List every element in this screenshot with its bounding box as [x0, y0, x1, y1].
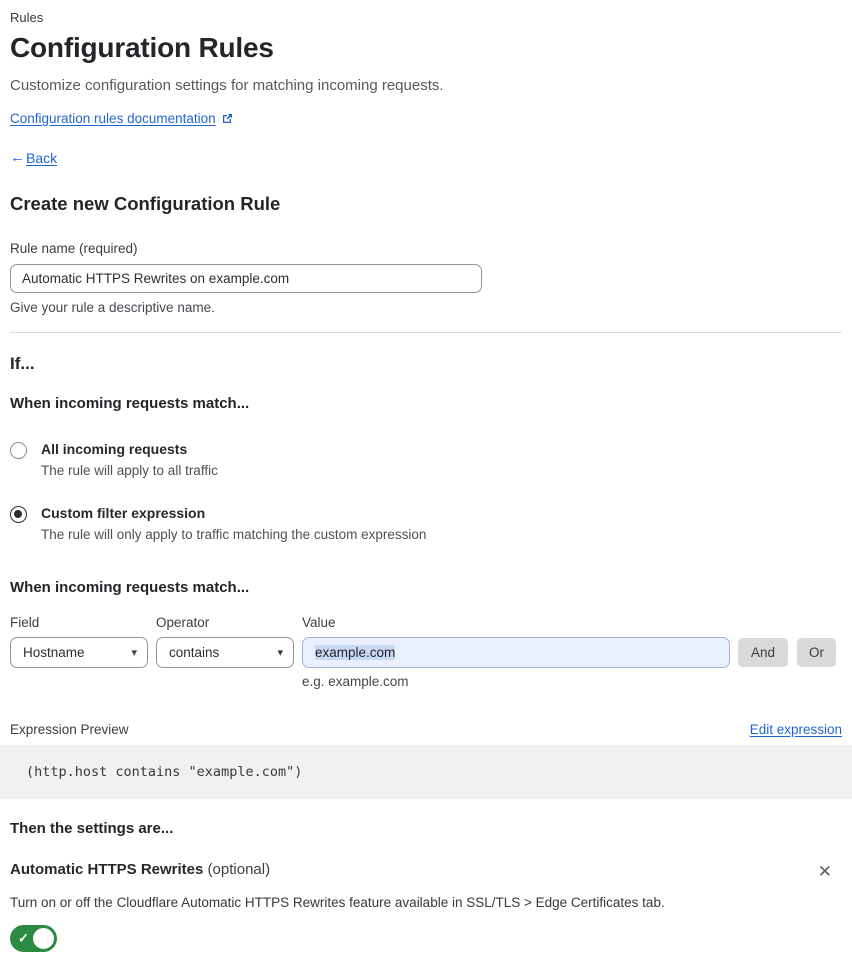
page-title: Configuration Rules [10, 32, 274, 63]
radio-description: The rule will only apply to traffic matc… [41, 527, 427, 542]
expression-builder-labels: Field Operator Value [10, 615, 842, 630]
operator-select[interactable]: contains ▾ [156, 637, 294, 668]
value-label: Value [302, 615, 336, 630]
field-label: Field [10, 615, 40, 630]
radio-label: All incoming requests [41, 441, 188, 457]
rule-name-label: Rule name (required) [10, 241, 138, 256]
or-button[interactable]: Or [797, 638, 837, 667]
radio-button-unselected[interactable] [10, 442, 27, 459]
check-icon: ✓ [18, 930, 29, 946]
toggle-knob [31, 926, 56, 951]
setting-name: Automatic HTTPS Rewrites [10, 861, 204, 878]
operator-label: Operator [156, 615, 210, 630]
if-heading: If... [10, 354, 35, 373]
back-arrow-icon: ← [10, 149, 25, 166]
expression-preview-code: (http.host contains "example.com") [0, 745, 852, 799]
chevron-down-icon: ▾ [131, 647, 137, 659]
breadcrumb: Rules [10, 10, 44, 25]
value-input[interactable]: example.com [302, 637, 730, 668]
setting-description: Turn on or off the Cloudflare Automatic … [10, 895, 665, 910]
configuration-rules-page: Rules Configuration Rules Customize conf… [0, 0, 852, 972]
radio-button-selected[interactable] [10, 506, 27, 523]
and-button[interactable]: And [738, 638, 789, 667]
expression-builder-row: Hostname ▾ contains ▾ example.com And Or [10, 637, 842, 668]
automatic-https-rewrites-toggle[interactable]: ✓ [10, 925, 57, 952]
radio-description: The rule will apply to all traffic [41, 463, 218, 478]
setting-header: Automatic HTTPS Rewrites (optional) ✕ [10, 861, 842, 882]
value-help-text: e.g. example.com [302, 674, 409, 689]
configuration-rules-documentation-link[interactable]: Configuration rules documentation [10, 111, 216, 126]
close-icon[interactable]: ✕ [814, 861, 836, 882]
radio-option-all-incoming-requests[interactable]: All incoming requests The rule will appl… [10, 441, 842, 478]
edit-expression-link[interactable]: Edit expression [750, 722, 842, 737]
field-select[interactable]: Hostname ▾ [10, 637, 148, 668]
create-rule-heading: Create new Configuration Rule [10, 193, 281, 214]
section-divider [10, 332, 842, 333]
back-link-row: ← Back [10, 149, 842, 166]
radio-texts: All incoming requests The rule will appl… [41, 441, 218, 478]
expression-preview-label: Expression Preview [10, 722, 129, 737]
rule-name-help: Give your rule a descriptive name. [10, 300, 215, 315]
radio-texts: Custom filter expression The rule will o… [41, 505, 426, 542]
rule-name-input[interactable] [10, 264, 482, 293]
setting-optional-tag: (optional) [207, 861, 271, 878]
back-link[interactable]: Back [26, 150, 57, 166]
expression-builder-heading: When incoming requests match... [10, 579, 250, 596]
operator-select-value: contains [169, 645, 220, 660]
radio-label: Custom filter expression [41, 505, 206, 521]
field-select-value: Hostname [23, 645, 85, 660]
chevron-down-icon: ▾ [277, 647, 283, 659]
value-input-text: example.com [315, 645, 396, 660]
radio-option-custom-filter-expression[interactable]: Custom filter expression The rule will o… [10, 505, 842, 542]
page-subtitle: Customize configuration settings for mat… [10, 77, 444, 94]
then-settings-heading: Then the settings are... [10, 820, 174, 837]
match-heading: When incoming requests match... [10, 395, 250, 412]
expression-preview-header: Expression Preview Edit expression [10, 722, 842, 737]
setting-name-wrap: Automatic HTTPS Rewrites (optional) [10, 861, 270, 878]
external-link-icon [221, 113, 233, 125]
doc-link-row: Configuration rules documentation [10, 111, 842, 126]
